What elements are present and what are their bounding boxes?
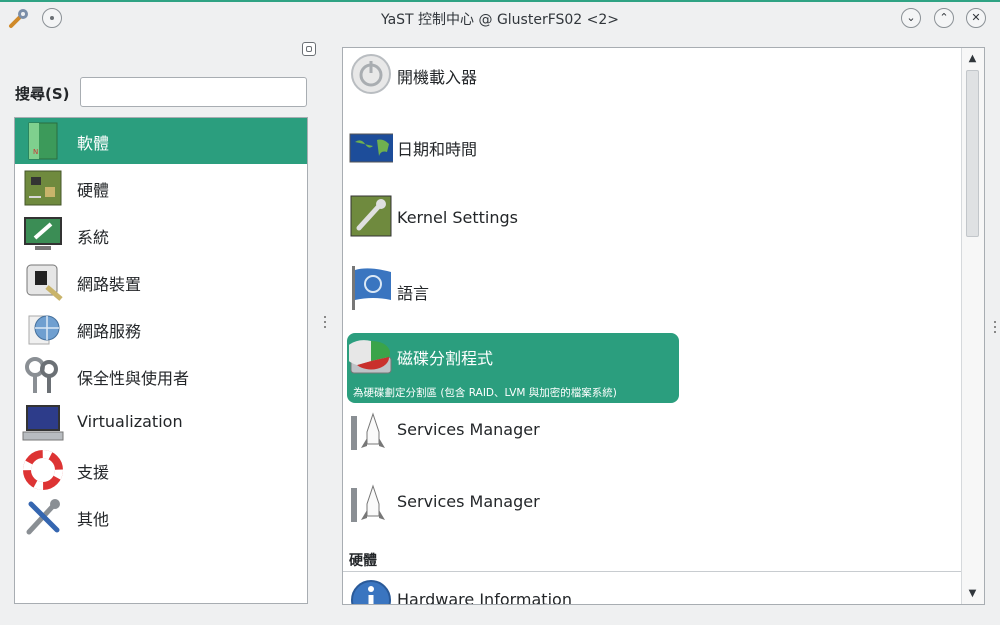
- module-label: Services Manager: [397, 492, 540, 511]
- category-list: N 軟體 硬體 系統 網路裝置 網路服務 保全性與使用者 Virtualizat…: [14, 117, 308, 604]
- close-button[interactable]: ✕: [966, 8, 986, 28]
- tools-icon: [26, 499, 60, 535]
- splitter-handle[interactable]: [323, 313, 327, 335]
- category-label: 硬體: [77, 181, 110, 200]
- lifebuoy-icon: [23, 450, 63, 490]
- module-label: 日期和時間: [397, 140, 478, 159]
- keys-icon: [25, 357, 58, 393]
- category-label: 系統: [77, 228, 110, 247]
- category-label: 網路裝置: [77, 275, 142, 294]
- module-label: 磁碟分割程式: [397, 349, 494, 368]
- chevron-down-icon: ⌄: [906, 11, 916, 24]
- module-list-scrollbar[interactable]: ▲ ▼: [961, 48, 984, 604]
- window-title: YaST 控制中心 @ GlusterFS02 <2>: [380, 12, 620, 28]
- module-label: 語言: [397, 284, 430, 303]
- module-list: 開機載入器 日期和時間 Kernel Settings 語言 磁碟分割程式 為硬…: [342, 47, 985, 605]
- section-header-hardware: 硬體: [349, 553, 377, 569]
- scroll-up-icon[interactable]: ▲: [964, 50, 981, 67]
- scroll-down-icon[interactable]: ▼: [964, 585, 981, 602]
- category-item-network-devices[interactable]: 網路裝置: [15, 259, 307, 305]
- network-services-icon: [28, 315, 60, 345]
- window-titlebar: YaST 控制中心 @ GlusterFS02 <2> ⌄ ⌃ ✕: [0, 0, 1000, 37]
- module-item-hardware-information[interactable]: Hardware Information: [347, 574, 677, 605]
- module-item-services-manager-2[interactable]: Services Manager: [347, 480, 677, 546]
- system-monitor-icon: [24, 217, 62, 250]
- module-item-language[interactable]: 語言: [347, 266, 677, 332]
- maximize-button[interactable]: ⌃: [934, 8, 954, 28]
- network-card-icon: [26, 264, 63, 301]
- chevron-up-icon: ⌃: [939, 11, 949, 24]
- kernel-chip-icon: [350, 195, 392, 237]
- section-divider: [343, 571, 963, 572]
- category-item-hardware[interactable]: 硬體: [15, 165, 307, 211]
- category-item-support[interactable]: 支援: [15, 447, 307, 493]
- category-item-software[interactable]: N 軟體: [15, 118, 307, 164]
- category-item-system[interactable]: 系統: [15, 212, 307, 258]
- module-label: Hardware Information: [397, 590, 572, 605]
- disk-partition-icon: [349, 340, 392, 374]
- category-item-network-services[interactable]: 網路服務: [15, 306, 307, 352]
- module-label: Services Manager: [397, 420, 540, 439]
- category-item-security-users[interactable]: 保全性與使用者: [15, 353, 307, 399]
- close-icon: ✕: [971, 11, 981, 24]
- detach-icon[interactable]: [302, 42, 316, 56]
- module-item-bootloader[interactable]: 開機載入器: [347, 50, 677, 116]
- search-label: 搜尋(S): [15, 85, 70, 103]
- category-label: Virtualization: [77, 412, 183, 431]
- module-description: 為硬碟劃定分割區 (包含 RAID、LVM 與加密的檔案系統): [353, 387, 617, 399]
- svg-text:N: N: [33, 148, 38, 156]
- scrollbar-thumb[interactable]: [966, 70, 979, 237]
- module-item-kernel-settings[interactable]: Kernel Settings: [347, 194, 677, 260]
- category-item-virtualization[interactable]: Virtualization: [15, 400, 307, 446]
- module-item-date-time[interactable]: 日期和時間: [347, 122, 677, 188]
- module-item-partitioner[interactable]: 磁碟分割程式 為硬碟劃定分割區 (包含 RAID、LVM 與加密的檔案系統): [347, 333, 679, 403]
- services-rocket-icon: [351, 412, 385, 450]
- power-icon: [351, 54, 391, 94]
- category-label: 保全性與使用者: [77, 369, 190, 388]
- category-label: 網路服務: [77, 322, 142, 341]
- software-package-icon: N: [28, 122, 58, 160]
- splitter-handle-right[interactable]: [993, 318, 997, 340]
- services-rocket-icon: [351, 484, 385, 522]
- module-item-services-manager[interactable]: Services Manager: [347, 408, 677, 474]
- category-item-misc[interactable]: 其他: [15, 494, 307, 540]
- category-label: 軟體: [77, 134, 110, 153]
- laptop-icon: [22, 405, 64, 441]
- minimize-button[interactable]: ⌄: [901, 8, 921, 28]
- module-label: Kernel Settings: [397, 208, 518, 227]
- module-label: 開機載入器: [397, 68, 478, 87]
- hardware-board-icon: [24, 170, 62, 206]
- language-flag-icon: [352, 266, 391, 310]
- category-label: 其他: [77, 510, 110, 529]
- info-icon: [351, 580, 391, 604]
- search-input[interactable]: [80, 77, 307, 107]
- world-map-icon: [349, 133, 393, 163]
- category-label: 支援: [77, 463, 110, 482]
